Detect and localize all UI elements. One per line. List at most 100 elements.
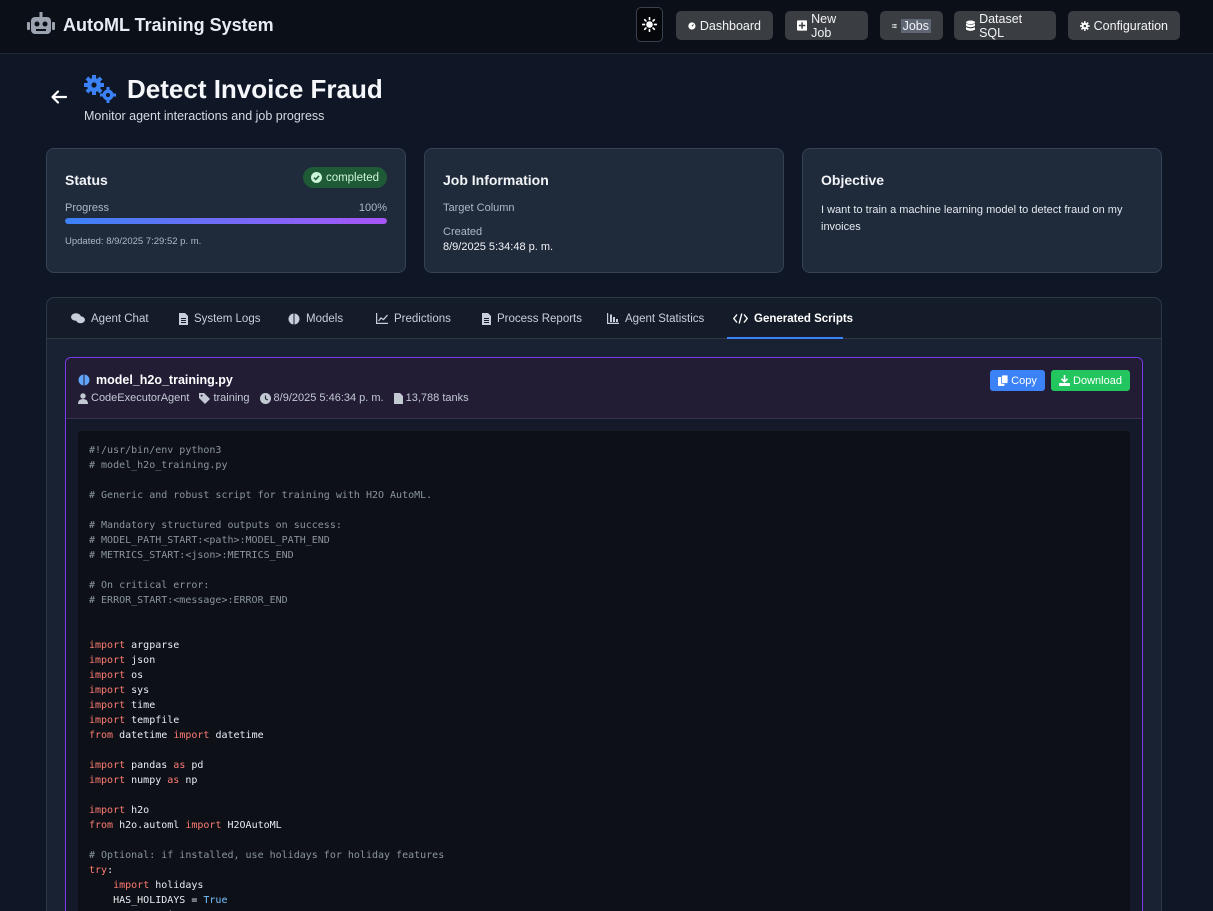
user-icon: [78, 392, 88, 404]
bar-chart-icon: [607, 313, 619, 324]
code-line: # METRICS_START:<json>:METRICS_END: [89, 550, 294, 561]
status-card-title: Status: [65, 172, 108, 188]
script-filename: model_h2o_training.py: [96, 373, 233, 387]
progress-label: Progress: [65, 202, 110, 214]
code-line: HAS_HOLIDAYS = True: [89, 895, 228, 906]
nav-configuration-button[interactable]: Configuration: [1068, 11, 1180, 40]
copy-icon: [998, 375, 1009, 386]
tab-generated-scripts-label: Generated Scripts: [754, 312, 854, 325]
tab-agent-statistics-label: Agent Statistics: [625, 312, 705, 325]
theme-toggle-button[interactable]: [636, 7, 663, 42]
tab-system-logs[interactable]: System Logs: [179, 298, 260, 339]
target-column-label: Target Column: [443, 202, 515, 214]
script-meta: CodeExecutorAgent training 8/9/2025 5:46…: [78, 392, 469, 404]
comments-icon: [71, 313, 85, 324]
back-arrow-icon[interactable]: [50, 88, 68, 106]
nav-new-job-label: New Job: [811, 11, 837, 40]
code-line: # On critical error:: [89, 580, 210, 591]
code-line: import h2o: [89, 805, 150, 816]
cogs-icon: [84, 75, 116, 103]
brain-icon: [288, 313, 300, 324]
plus-icon: [797, 20, 808, 31]
code-line: # MODEL_PATH_START:<path>:MODEL_PATH_END: [89, 535, 330, 546]
check-circle-icon: [310, 172, 322, 183]
brand-title: AutoML Training System: [63, 14, 274, 35]
status-badge-label: completed: [325, 171, 379, 184]
progress-bar: [65, 218, 387, 224]
objective-title: Objective: [821, 172, 885, 188]
job-information-card: Job Information Target Column Created 8/…: [424, 148, 784, 273]
tab-process-reports-label: Process Reports: [497, 312, 583, 325]
tab-agent-statistics[interactable]: Agent Statistics: [607, 298, 704, 339]
code-line: #!/usr/bin/env python3: [89, 445, 222, 456]
code-viewer[interactable]: #!/usr/bin/env python3 # model_h2o_traini…: [78, 431, 1130, 911]
nav-jobs-button[interactable]: Jobs: [880, 11, 943, 40]
tab-system-logs-label: System Logs: [194, 312, 261, 325]
progress-bar-fill: [65, 218, 387, 224]
clock-icon: [259, 392, 271, 404]
code-line: # model_h2o_training.py: [89, 460, 228, 471]
script-agent-label: CodeExecutorAgent: [91, 392, 190, 404]
nav-dataset-sql-label: Dataset SQL: [979, 11, 1023, 40]
robot-icon: [27, 12, 55, 34]
code-line: import pandas as pd: [89, 760, 204, 771]
page-subtitle: Monitor agent interactions and job progr…: [84, 109, 325, 123]
file-icon: [393, 392, 403, 404]
tab-predictions-label: Predictions: [394, 312, 451, 325]
job-detail-panel: Agent Chat System Logs Models Prediction…: [46, 297, 1162, 911]
code-line: from datetime import datetime: [89, 730, 264, 741]
code-line: # Generic and robust script for training…: [89, 490, 433, 501]
tag-icon: [199, 392, 211, 404]
code-icon: [733, 313, 748, 324]
tab-bar: Agent Chat System Logs Models Prediction…: [47, 298, 1161, 339]
file-icon: [482, 312, 491, 325]
script-timestamp-label: 8/9/2025 5:46:34 p. m.: [273, 392, 384, 404]
objective-text: I want to train a machine learning model…: [821, 204, 1123, 233]
code-line: # Optional: if installed, use holidays f…: [89, 850, 445, 861]
code-line: # ERROR_START:<message>:ERROR_END: [89, 595, 288, 606]
database-icon: [966, 20, 976, 31]
code-line: # Mandatory structured outputs on succes…: [89, 520, 342, 531]
tab-models-label: Models: [306, 312, 344, 325]
script-size: 13,788 tanks: [393, 392, 469, 404]
job-information-title: Job Information: [443, 172, 549, 188]
gear-icon: [1080, 20, 1090, 31]
nav-dataset-sql-button[interactable]: Dataset SQL: [954, 11, 1056, 40]
code-line: import argparse: [89, 640, 180, 651]
code-line: import json: [89, 655, 156, 666]
script-name: model_h2o_training.py: [78, 373, 233, 387]
script-header: model_h2o_training.py CodeExecutorAgent …: [66, 358, 1142, 419]
nav-jobs-label: Jobs: [900, 18, 931, 33]
copy-button-label: Copy: [1011, 374, 1037, 387]
script-tag-label: training: [213, 392, 250, 404]
tab-generated-scripts[interactable]: Generated Scripts: [733, 298, 853, 339]
active-tab-indicator: [727, 337, 843, 339]
tab-predictions[interactable]: Predictions: [376, 298, 451, 339]
code-line: import time: [89, 700, 156, 711]
brand[interactable]: AutoML Training System: [27, 12, 274, 38]
objective-card: Objective I want to train a machine lear…: [802, 148, 1162, 273]
download-button[interactable]: Download: [1051, 370, 1130, 391]
nav-dashboard-button[interactable]: Dashboard: [676, 11, 773, 40]
progress-value: 100%: [358, 202, 387, 214]
nav-new-job-button[interactable]: New Job: [785, 11, 868, 40]
script-size-label: 13,788 tanks: [405, 392, 469, 404]
script-tag: training: [199, 392, 250, 404]
file-icon: [179, 312, 188, 325]
tab-agent-chat[interactable]: Agent Chat: [71, 298, 149, 339]
status-badge: completed: [302, 167, 387, 188]
script-card: model_h2o_training.py CodeExecutorAgent …: [65, 357, 1143, 911]
tab-models[interactable]: Models: [288, 298, 343, 339]
download-button-label: Download: [1073, 374, 1122, 387]
code-line: import os: [89, 670, 144, 681]
script-agent: CodeExecutorAgent: [78, 392, 189, 404]
tab-agent-chat-label: Agent Chat: [91, 312, 149, 325]
tab-process-reports[interactable]: Process Reports: [482, 298, 582, 339]
created-value: 8/9/2025 5:34:48 p. m.: [443, 241, 554, 253]
code-line: import tempfile: [89, 715, 180, 726]
copy-button[interactable]: Copy: [990, 370, 1045, 391]
